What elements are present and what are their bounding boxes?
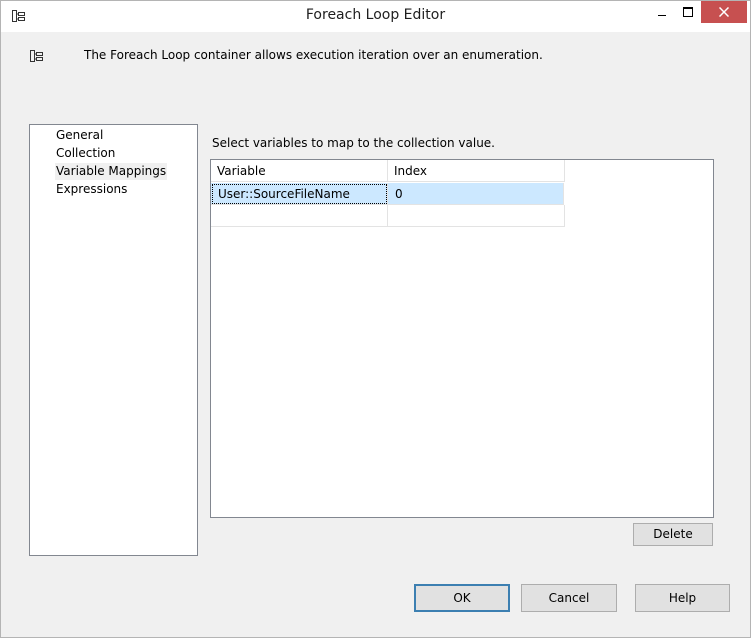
window-title: Foreach Loop Editor (305, 7, 446, 23)
table-cell-index-new[interactable] (388, 205, 565, 227)
maximize-icon (683, 7, 693, 17)
dialog-window: Foreach Loop Editor The Foreach Loop con… (0, 0, 751, 638)
title-bar[interactable]: Foreach Loop Editor (1, 1, 750, 32)
minimize-button[interactable] (649, 1, 675, 23)
table-cell-index[interactable]: 0 (388, 183, 564, 205)
variable-mappings-grid: Variable Index User::SourceFileName 0 (210, 159, 714, 518)
cancel-button[interactable]: Cancel (521, 584, 617, 612)
foreach-container-icon (29, 49, 45, 63)
ok-button[interactable]: OK (414, 584, 510, 612)
nav-item-collection[interactable]: Collection (55, 145, 116, 162)
column-header-variable[interactable]: Variable (211, 160, 388, 182)
delete-button[interactable]: Delete (633, 523, 713, 546)
minimize-icon (658, 15, 666, 16)
table-cell-variable[interactable]: User::SourceFileName (211, 183, 388, 205)
column-header-index[interactable]: Index (388, 160, 565, 182)
help-button[interactable]: Help (635, 584, 730, 612)
page-navigation-list: General Collection Variable Mappings Exp… (29, 124, 198, 556)
dialog-content: The Foreach Loop container allows execut… (9, 32, 742, 629)
nav-item-variable-mappings[interactable]: Variable Mappings (55, 163, 168, 180)
variable-mappings-instruction: Select variables to map to the collectio… (212, 136, 495, 150)
table-cell-variable-new[interactable] (211, 205, 388, 227)
dialog-description: The Foreach Loop container allows execut… (84, 48, 543, 62)
maximize-button[interactable] (675, 1, 701, 23)
nav-item-expressions[interactable]: Expressions (55, 181, 128, 198)
close-button[interactable] (701, 1, 747, 23)
nav-item-general[interactable]: General (55, 127, 104, 144)
close-icon (719, 7, 729, 17)
